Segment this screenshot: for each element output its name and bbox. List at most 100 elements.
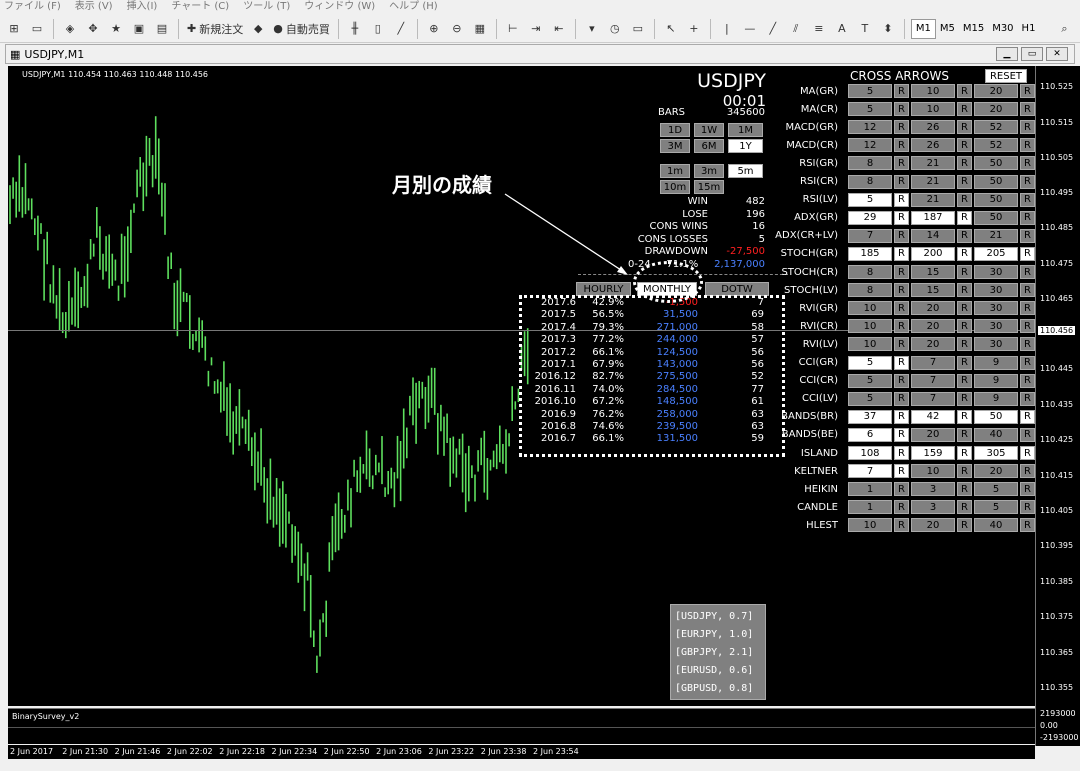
cross-value-input[interactable]: 9	[974, 391, 1018, 406]
cross-reset-r-button[interactable]: R	[894, 102, 909, 117]
cross-value-input[interactable]: 7	[911, 391, 955, 406]
cross-reset-r-button[interactable]: R	[957, 84, 972, 98]
cross-value-input[interactable]: 159	[911, 446, 955, 460]
zoom-in-icon[interactable]: ⊕	[424, 19, 444, 39]
templates-icon[interactable]: ▭	[628, 19, 648, 39]
cross-reset-r-button[interactable]: R	[1020, 482, 1035, 497]
cross-reset-r-button[interactable]: R	[1020, 427, 1035, 442]
minimize-icon[interactable]: ▁	[996, 47, 1018, 61]
cross-reset-r-button[interactable]: R	[957, 464, 972, 479]
time-axis[interactable]: 2 Jun 2017 2 Jun 21:30 2 Jun 21:46 2 Jun 22…	[8, 745, 1035, 759]
cross-value-input[interactable]: 10	[848, 301, 892, 316]
cross-reset-r-button[interactable]: R	[1020, 210, 1035, 225]
cross-reset-r-button[interactable]: R	[957, 120, 972, 135]
menu-item[interactable]: チャート (C)	[171, 0, 229, 14]
cross-reset-r-button[interactable]: R	[894, 228, 909, 243]
reset-button[interactable]: RESET	[985, 69, 1027, 83]
cross-value-input[interactable]: 10	[848, 518, 892, 533]
cross-reset-r-button[interactable]: R	[894, 246, 909, 261]
cross-value-input[interactable]: 29	[848, 210, 892, 225]
cross-value-input[interactable]: 5	[848, 391, 892, 406]
cross-value-input[interactable]: 10	[911, 464, 955, 479]
cross-reset-r-button[interactable]: R	[957, 246, 972, 261]
cross-reset-r-button[interactable]: R	[957, 283, 972, 298]
cross-reset-r-button[interactable]: R	[957, 138, 972, 153]
cross-reset-r-button[interactable]: R	[957, 446, 972, 460]
cross-reset-r-button[interactable]: R	[957, 210, 972, 225]
cross-reset-r-button[interactable]: R	[1020, 500, 1035, 515]
cross-value-input[interactable]: 185	[848, 246, 892, 261]
vertical-line-icon[interactable]: |	[717, 19, 737, 39]
cross-reset-r-button[interactable]: R	[957, 301, 972, 316]
cross-reset-r-button[interactable]: R	[957, 500, 972, 515]
cross-value-input[interactable]: 3	[911, 500, 955, 515]
tester-icon[interactable]: ▤	[152, 19, 172, 39]
cross-value-input[interactable]: 10	[911, 102, 955, 117]
cross-reset-r-button[interactable]: R	[957, 265, 972, 279]
cross-reset-r-button[interactable]: R	[894, 265, 909, 279]
cross-value-input[interactable]: 30	[974, 301, 1018, 316]
timeframe-m5[interactable]: M5	[936, 19, 959, 39]
cross-value-input[interactable]: 50	[974, 156, 1018, 171]
price-axis[interactable]: 110.525 110.515 110.505 110.495 110.485 110.4…	[1035, 66, 1080, 746]
cross-reset-r-button[interactable]: R	[1020, 319, 1035, 334]
cross-reset-r-button[interactable]: R	[1020, 138, 1035, 153]
cross-value-input[interactable]: 40	[974, 518, 1018, 533]
cross-reset-r-button[interactable]: R	[894, 301, 909, 316]
cross-reset-r-button[interactable]: R	[1020, 301, 1035, 316]
cross-value-input[interactable]: 20	[911, 427, 955, 442]
cross-reset-r-button[interactable]: R	[1020, 156, 1035, 171]
cross-reset-r-button[interactable]: R	[1020, 409, 1035, 424]
timeframe-m30[interactable]: M30	[988, 19, 1017, 39]
cross-value-input[interactable]: 26	[911, 138, 955, 153]
cross-value-input[interactable]: 21	[911, 174, 955, 189]
horizontal-line-icon[interactable]: —	[740, 19, 760, 39]
navigator-icon[interactable]: ★	[106, 19, 126, 39]
metaeditor-icon[interactable]: ◆	[248, 19, 268, 39]
chart-window-titlebar[interactable]: ▦ USDJPY,M1 ▁ ▭ ✕	[5, 44, 1075, 64]
cross-value-input[interactable]: 50	[974, 409, 1018, 424]
cross-reset-r-button[interactable]: R	[957, 355, 972, 370]
cross-reset-r-button[interactable]: R	[1020, 283, 1035, 298]
cursor-icon[interactable]: ↖	[661, 19, 681, 39]
cross-value-input[interactable]: 50	[974, 192, 1018, 207]
cross-value-input[interactable]: 30	[974, 337, 1018, 352]
cross-value-input[interactable]: 30	[974, 265, 1018, 279]
cross-value-input[interactable]: 305	[974, 446, 1018, 460]
cross-reset-r-button[interactable]: R	[957, 391, 972, 406]
arrows-icon[interactable]: ⬍	[878, 19, 898, 39]
cross-reset-r-button[interactable]: R	[894, 518, 909, 533]
periods-icon[interactable]: ◷	[605, 19, 625, 39]
cross-value-input[interactable]: 20	[974, 84, 1018, 98]
cross-reset-r-button[interactable]: R	[894, 427, 909, 442]
cross-reset-r-button[interactable]: R	[894, 446, 909, 460]
cross-reset-r-button[interactable]: R	[1020, 391, 1035, 406]
cross-value-input[interactable]: 15	[911, 265, 955, 279]
new-chart-icon[interactable]: ⊞	[4, 19, 24, 39]
cross-reset-r-button[interactable]: R	[957, 409, 972, 424]
cross-reset-r-button[interactable]: R	[957, 337, 972, 352]
candlestick-icon[interactable]: ▯	[368, 19, 388, 39]
cross-reset-r-button[interactable]: R	[894, 355, 909, 370]
cross-value-input[interactable]: 40	[974, 427, 1018, 442]
cross-reset-r-button[interactable]: R	[957, 174, 972, 189]
cross-value-input[interactable]: 15	[911, 283, 955, 298]
cross-value-input[interactable]: 7	[848, 464, 892, 479]
cross-reset-r-button[interactable]: R	[894, 482, 909, 497]
cross-value-input[interactable]: 9	[974, 355, 1018, 370]
cross-value-input[interactable]: 10	[848, 319, 892, 334]
price-chart[interactable]: USDJPY,M1 110.454 110.463 110.448 110.45…	[8, 66, 1035, 706]
cross-reset-r-button[interactable]: R	[1020, 102, 1035, 117]
profiles-icon[interactable]: ▭	[27, 19, 47, 39]
cross-value-input[interactable]: 30	[974, 283, 1018, 298]
cross-value-input[interactable]: 7	[911, 355, 955, 370]
bar-chart-icon[interactable]: ╫	[345, 19, 365, 39]
cross-reset-r-button[interactable]: R	[894, 319, 909, 334]
cross-reset-r-button[interactable]: R	[957, 482, 972, 497]
cross-value-input[interactable]: 50	[974, 210, 1018, 225]
cross-value-input[interactable]: 20	[974, 102, 1018, 117]
crosshair-icon[interactable]: +	[684, 19, 704, 39]
cross-value-input[interactable]: 30	[974, 319, 1018, 334]
cross-reset-r-button[interactable]: R	[894, 156, 909, 171]
cross-value-input[interactable]: 5	[848, 192, 892, 207]
